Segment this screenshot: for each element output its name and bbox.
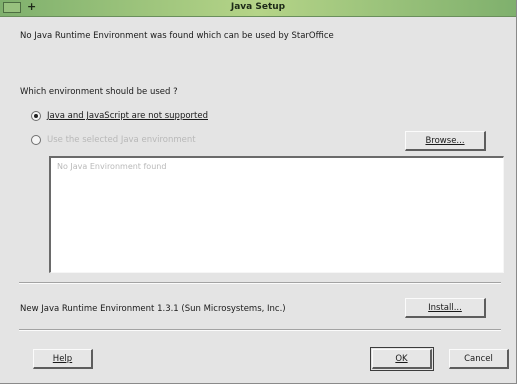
install-button[interactable]: Install...	[405, 298, 486, 318]
java-environment-list[interactable]: No Java Environment found	[49, 156, 504, 273]
environment-question: Which environment should be used ?	[20, 87, 178, 97]
radio-label-no-java: Java and JavaScript are not supported	[47, 111, 208, 121]
separator-top	[19, 282, 501, 284]
java-setup-dialog: + Java Setup No Java Runtime Environment…	[0, 0, 517, 384]
radio-option-use-java[interactable]: Use the selected Java environment	[31, 135, 196, 145]
new-jre-label: New Java Runtime Environment 1.3.1 (Sun …	[20, 304, 286, 314]
window-title: Java Setup	[230, 2, 286, 12]
title-bar[interactable]: + Java Setup	[0, 0, 516, 17]
ok-button[interactable]: OK	[370, 347, 434, 371]
separator-bottom	[19, 329, 501, 331]
browse-button[interactable]: Browse...	[405, 131, 486, 151]
cancel-button[interactable]: Cancel	[449, 349, 509, 369]
radio-selected-icon[interactable]	[31, 111, 41, 121]
help-button[interactable]: Help	[33, 349, 93, 369]
java-list-placeholder: No Java Environment found	[57, 162, 167, 171]
no-jre-message: No Java Runtime Environment was found wh…	[20, 31, 334, 41]
radio-option-no-java[interactable]: Java and JavaScript are not supported	[31, 111, 208, 121]
radio-unselected-icon[interactable]	[31, 135, 41, 145]
radio-label-use-java: Use the selected Java environment	[47, 135, 196, 145]
